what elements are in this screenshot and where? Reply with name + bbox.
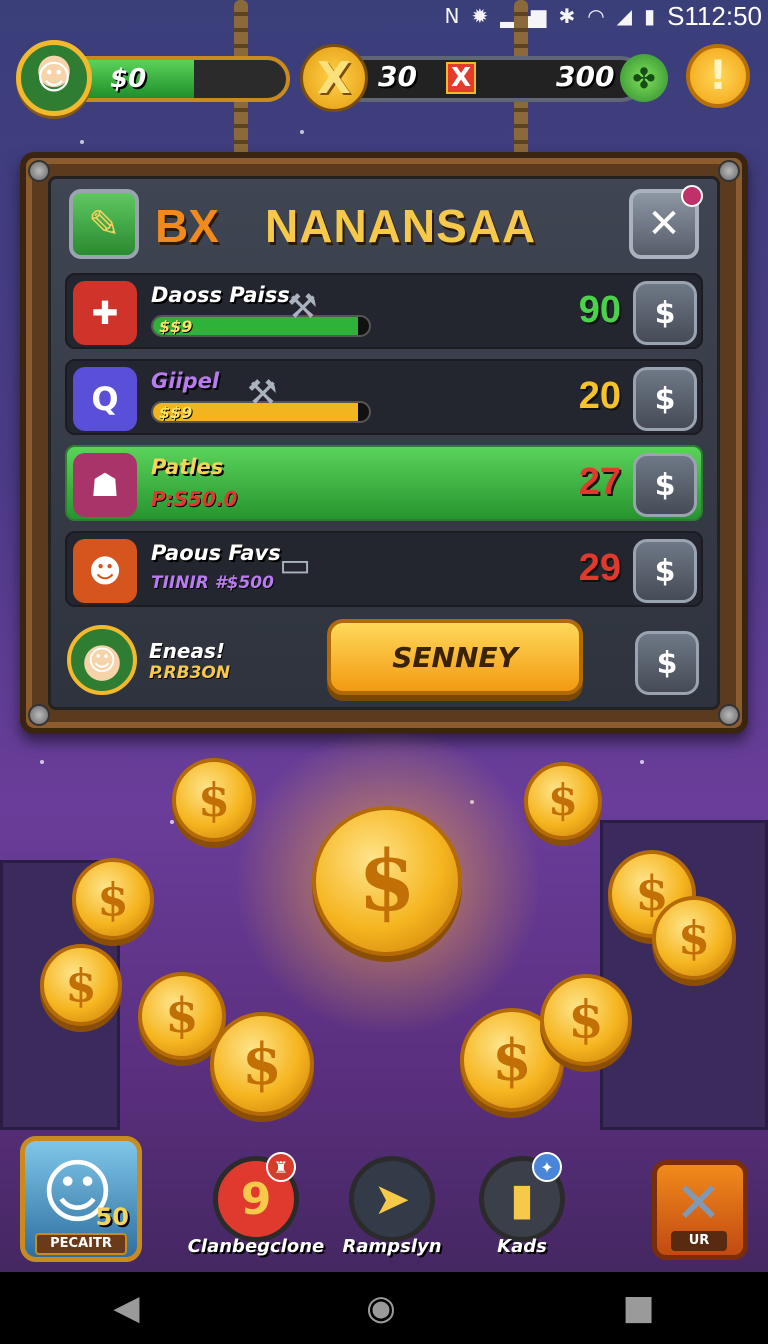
coin-icon: $ (172, 758, 256, 842)
row-buy-button[interactable]: $ (633, 453, 697, 517)
nav-item-clan[interactable]: 9 ♜ Clanbegclone (186, 1152, 326, 1257)
battery-icon: ▮ (644, 4, 656, 28)
battle-label: UR (671, 1231, 727, 1251)
coin-icon: $ (40, 944, 122, 1026)
row-buy-button[interactable]: $ (633, 539, 697, 603)
nav-label: Rampslyn (342, 1236, 442, 1257)
bolt-decoration (718, 160, 740, 182)
panel-header: ✎ BX NANANSAA ✕ (69, 185, 703, 263)
profile-label: PECAITR (35, 1233, 127, 1255)
notification-badge: ✦ (532, 1152, 562, 1182)
resource-right-value: 300 (556, 60, 615, 93)
nav-item-kads[interactable]: ▮ ✦ Kads (452, 1152, 592, 1257)
row-buy-button[interactable]: $ (633, 281, 697, 345)
hammer-tool-icon: ⚒ (287, 287, 318, 327)
back-icon[interactable]: ◀ (113, 1288, 139, 1328)
footer-subtext: P.RB3ON (149, 663, 231, 683)
bluetooth-icon: ✱ (558, 4, 576, 28)
coin-icon: $ (312, 806, 462, 956)
close-icon: ✕ (647, 201, 681, 247)
status-bar: N ✹ ▂▄▆ ✱ ◠ ◢ ▮ S112:50 (0, 0, 768, 32)
row-name: Daoss Paiss (151, 283, 290, 307)
notification-badge: ♜ (266, 1152, 296, 1182)
battle-button[interactable]: ✕ UR (652, 1160, 748, 1260)
character-face-icon: ☺ (87, 643, 117, 677)
row-icon-tiki-mask: ☻ (73, 539, 137, 603)
player-avatar[interactable]: ☺ (16, 40, 92, 116)
wifi-icon: ◠ (587, 4, 605, 28)
panel-inner: ✎ BX NANANSAA ✕ ✚ Daoss Paiss $$9 ⚒ 90 $ (48, 176, 720, 710)
row-value: 90 (578, 289, 621, 331)
shop-panel: ✎ BX NANANSAA ✕ ✚ Daoss Paiss $$9 ⚒ 90 $ (20, 152, 748, 734)
row-icon-magnifier: Q (73, 367, 137, 431)
nfc-icon: N (444, 4, 460, 28)
profile-button[interactable]: ☺ 50 PECAITR (20, 1136, 142, 1262)
status-time: S112:50 (667, 0, 762, 31)
footer-name: Eneas! (149, 639, 225, 663)
x-token-icon: X (300, 44, 368, 112)
row-progress-text: $$9 (159, 317, 193, 336)
row-name: Patles (151, 455, 224, 479)
row-value: 20 (578, 375, 621, 417)
player-face-icon: ☺ (36, 58, 72, 98)
clover-icon: ✤ (620, 54, 668, 102)
character-avatar: ☺ (67, 625, 137, 695)
panel-header-prefix: BX (155, 200, 219, 252)
coin-icon: $ (652, 896, 736, 980)
row-value: 27 (578, 461, 621, 503)
row-value: 29 (578, 547, 621, 589)
row-name: Giipel (151, 369, 220, 393)
bolt-decoration (28, 160, 50, 182)
cash-amount: $0 (110, 64, 147, 94)
row-icon-mask: ☗ (73, 453, 137, 517)
list-item[interactable]: ✚ Daoss Paiss $$9 ⚒ 90 $ (65, 273, 703, 349)
row-progress-text: $$9 (159, 403, 193, 422)
hammer-icon[interactable]: ✎ (69, 189, 139, 259)
bolt-decoration (718, 704, 740, 726)
canister-icon: ▭ (279, 545, 312, 585)
nav-label: Kads (497, 1236, 547, 1257)
resource-mid-icon: X (446, 62, 476, 94)
coin-icon: $ (210, 1012, 314, 1116)
wrench-tool-icon: ⚒ (247, 373, 278, 413)
profile-level: 50 (95, 1203, 129, 1231)
resource-left-value: 30 (378, 60, 417, 93)
signal-strength-icon: ◢ (616, 4, 633, 28)
row-name: Paous Favs (151, 541, 281, 565)
settings-icon: ✹ (471, 4, 489, 28)
home-icon[interactable]: ◉ (366, 1288, 396, 1328)
nav-label: Clanbegclone (187, 1236, 325, 1257)
row-subtext: TIINIR #$500 (151, 573, 274, 593)
bottom-nav: ☺ 50 PECAITR 9 ♜ Clanbegclone ➤ Rampslyn… (0, 1132, 768, 1272)
panel-footer: ☺ Eneas! P.RB3ON SENNEY $ (65, 619, 703, 701)
coin-icon: $ (72, 858, 154, 940)
row-subtext: P:S50.0 (151, 487, 238, 511)
senney-button[interactable]: SENNEY (327, 619, 583, 695)
list-item[interactable]: Q Giipel $$9 ⚒ 20 $ (65, 359, 703, 435)
gold-info-button[interactable]: ! (686, 44, 750, 108)
row-icon-shield: ✚ (73, 281, 137, 345)
top-hud: $0 ☺ X 30 X 300 ✤ ! (0, 36, 768, 126)
coin-icon: $ (524, 762, 602, 840)
list-item[interactable]: ☻ Paous Favs TIINIR #$500 ▭ 29 $ (65, 531, 703, 607)
crossed-swords-icon: ✕ (675, 1171, 722, 1236)
arrow-icon: ➤ (349, 1156, 435, 1242)
row-buy-button[interactable]: $ (633, 367, 697, 431)
nav-item-rampslyn[interactable]: ➤ Rampslyn (322, 1156, 462, 1257)
system-nav-bar: ◀ ◉ ■ (0, 1272, 768, 1344)
cash-bar: $0 (78, 56, 290, 102)
panel-title: NANANSAA (265, 200, 537, 252)
list-item-selected[interactable]: ☗ Patles P:S50.0 27 $ (65, 445, 703, 521)
notification-badge (681, 185, 703, 207)
close-button[interactable]: ✕ (629, 185, 703, 259)
footer-buy-button[interactable]: $ (635, 631, 699, 695)
bolt-decoration (28, 704, 50, 726)
recents-icon[interactable]: ■ (623, 1288, 655, 1328)
coin-icon: $ (540, 974, 632, 1066)
row-progress-bar: $$9 (151, 315, 371, 337)
